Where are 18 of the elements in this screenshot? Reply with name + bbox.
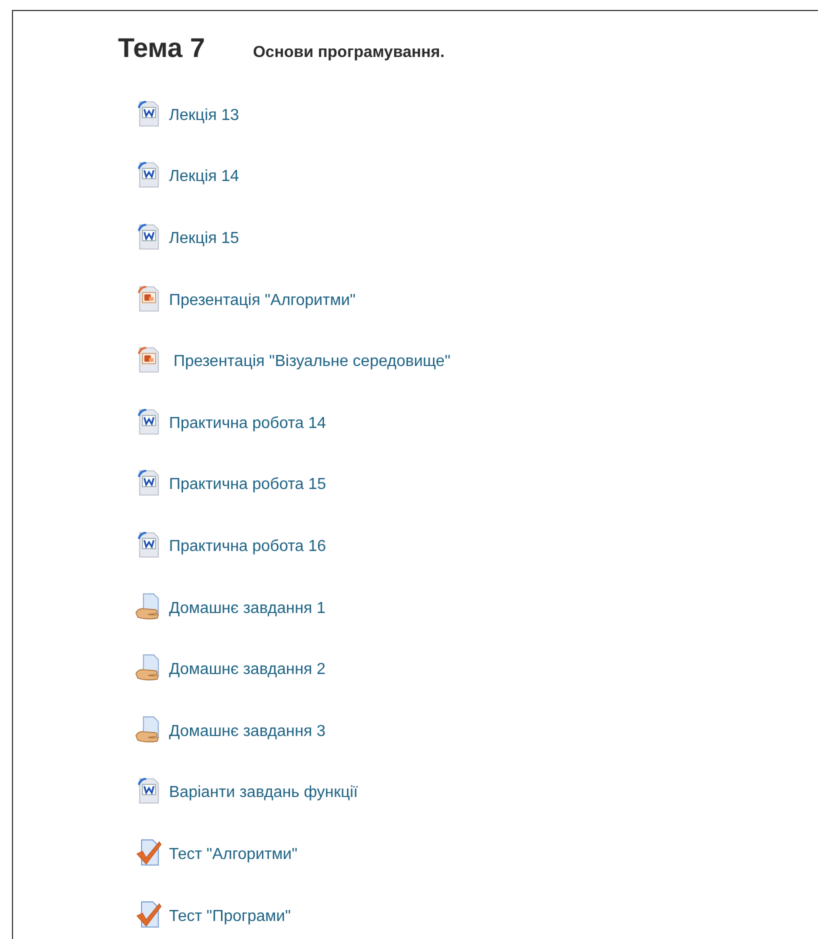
activity-link[interactable]: Лекція 15 [169, 230, 240, 248]
activity-link[interactable]: Варіанти завдань функції [169, 784, 358, 802]
activity-link[interactable]: Тест "Програми" [169, 908, 291, 926]
checked-document-icon [135, 898, 163, 929]
activity-link[interactable]: Домашнє завдання 1 [169, 600, 326, 618]
checked-document-icon [135, 836, 163, 867]
activity-link[interactable]: Лекція 13 [169, 106, 240, 125]
activity-link[interactable]: Практична робота 14 [169, 414, 326, 433]
activity-link[interactable]: Практична робота 16 [169, 538, 326, 556]
activity-link[interactable]: Лекція 14 [169, 168, 240, 186]
activity-link[interactable]: Домашнє завдання 3 [169, 722, 326, 741]
activity-link[interactable]: Домашнє завдання 2 [169, 661, 326, 680]
activity-link[interactable]: Практична робота 15 [169, 476, 326, 494]
section-summary: Основи програмування. [252, 44, 445, 62]
activity-link[interactable]: Презентація "Візуальне середовище" [169, 353, 450, 372]
activity-link[interactable]: Тест "Алгоритми" [169, 846, 298, 864]
section-title: Тема 7 [118, 33, 205, 64]
activity-link[interactable]: Презентація "Алгоритми" [169, 292, 356, 310]
